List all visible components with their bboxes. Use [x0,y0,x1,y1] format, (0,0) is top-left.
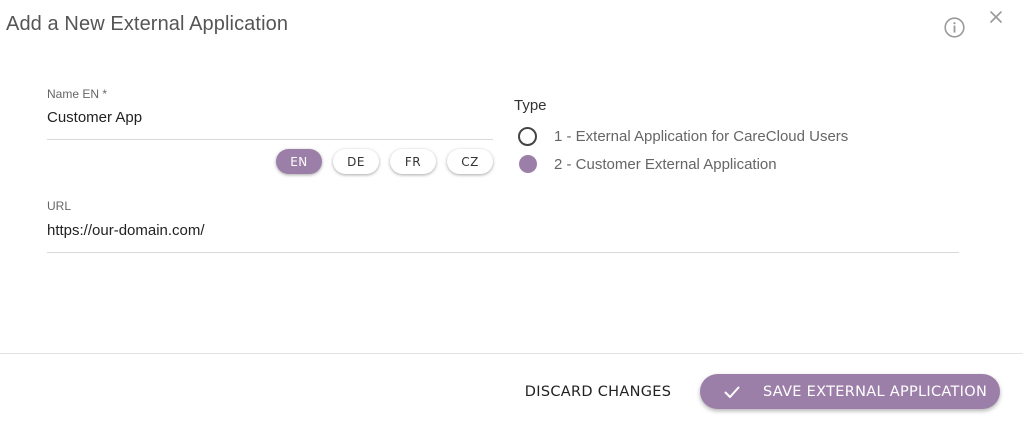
radio-checked-icon[interactable] [519,155,537,173]
type-option-carecloud-users[interactable]: 1 - External Application for CareCloud U… [518,125,848,147]
language-button-en[interactable]: EN [276,149,322,174]
name-field-underline [47,139,493,140]
save-button-label: SAVE EXTERNAL APPLICATION [763,383,988,400]
check-icon [724,386,740,398]
url-field-underline [47,252,959,253]
info-icon[interactable] [944,17,965,38]
dialog-title: Add a New External Application [6,13,289,35]
language-button-de[interactable]: DE [333,149,379,174]
url-field-label: URL [47,199,72,213]
type-option-customer-external[interactable]: 2 - Customer External Application [518,153,777,175]
footer-divider [0,353,1023,354]
language-button-cz[interactable]: CZ [447,149,493,174]
type-option-label: 2 - Customer External Application [554,155,777,173]
name-field-input[interactable]: Customer App [47,109,142,126]
language-button-fr[interactable]: FR [390,149,436,174]
type-option-label: 1 - External Application for CareCloud U… [554,127,849,145]
discard-changes-button[interactable]: DISCARD CHANGES [518,376,678,408]
url-field-input[interactable]: https://our-domain.com/ [47,222,205,239]
name-field-label: Name EN * [47,87,108,101]
type-group-title: Type [514,97,547,114]
close-icon[interactable] [989,10,1003,24]
save-external-application-button[interactable]: SAVE EXTERNAL APPLICATION [700,374,1000,409]
radio-unchecked-icon[interactable] [518,126,537,146]
